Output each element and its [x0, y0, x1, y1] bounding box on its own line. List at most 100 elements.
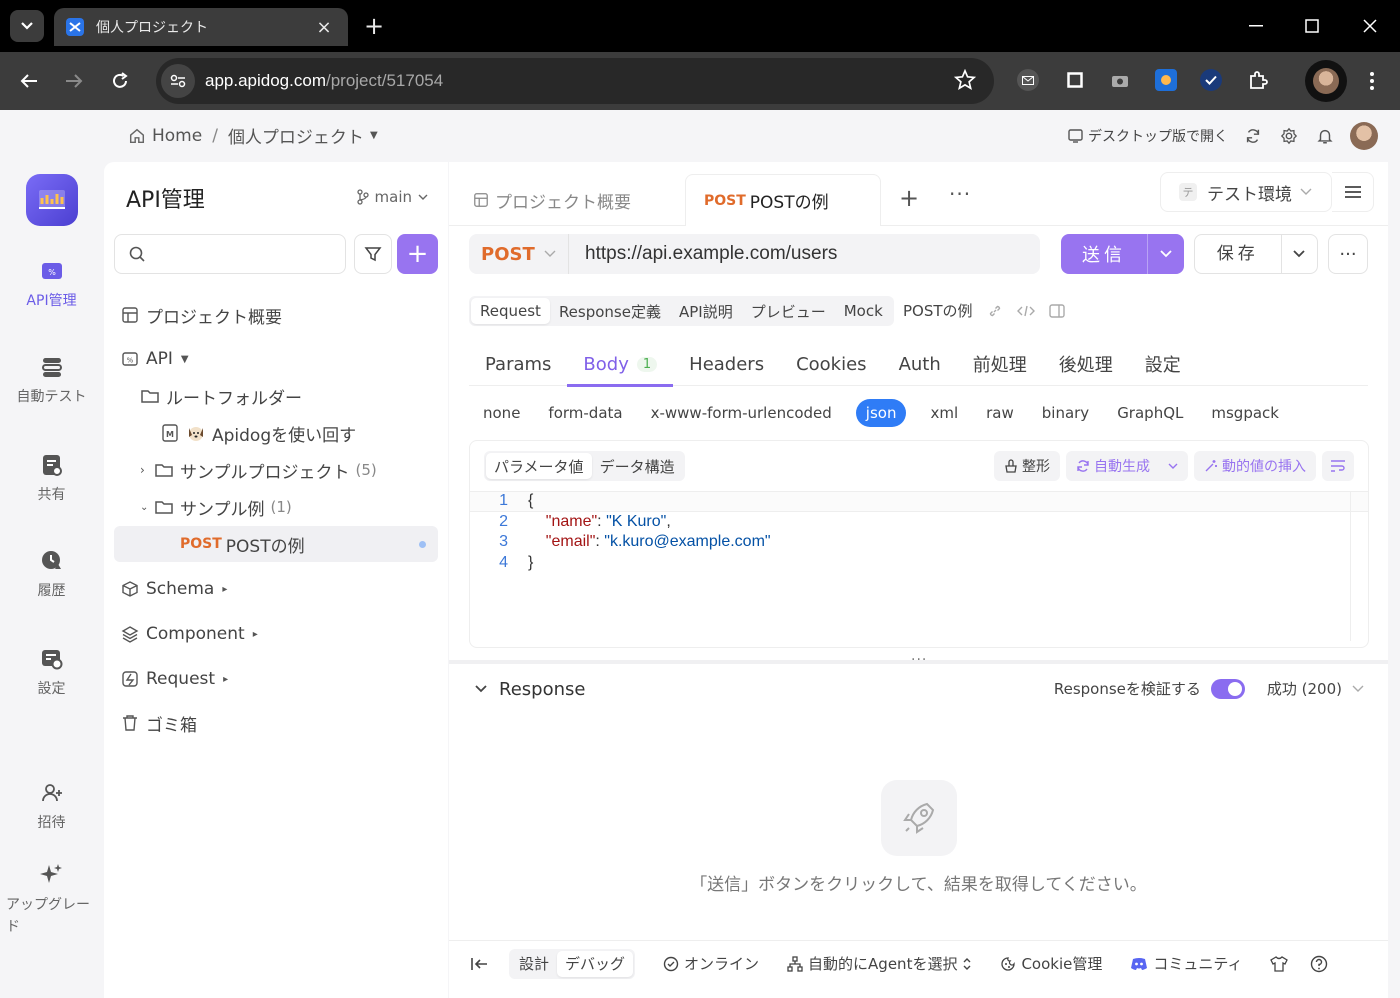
rail-item-auto-test[interactable]: 自動テスト [0, 354, 103, 406]
subtab-mock[interactable]: Mock [835, 298, 892, 324]
caret-right-icon[interactable]: ▸ [223, 674, 228, 685]
close-window-button[interactable] [1350, 10, 1390, 42]
tab-auth[interactable]: Auth [883, 342, 957, 386]
code-icon[interactable] [1016, 304, 1035, 318]
mode-data-structure[interactable]: データ構造 [592, 453, 683, 479]
tab-close-icon[interactable]: × [314, 17, 334, 38]
save-button[interactable]: 保存 [1194, 234, 1318, 274]
cookie-manager[interactable]: Cookie管理 [1000, 953, 1102, 974]
tab-more-icon[interactable]: ··· [949, 182, 971, 206]
chevron-right-icon[interactable]: › [140, 463, 154, 477]
url-input[interactable]: https://api.example.com/users [569, 243, 1040, 265]
new-tab-plus-icon[interactable]: + [899, 184, 919, 212]
auto-generate-button[interactable]: 自動生成 [1066, 451, 1188, 481]
forward-button[interactable] [58, 65, 90, 97]
bookmark-star-icon[interactable] [954, 69, 976, 91]
subtab-api-doc[interactable]: API説明 [670, 298, 742, 324]
tshirt-icon[interactable] [1270, 955, 1289, 972]
help-icon[interactable] [1310, 955, 1328, 973]
caret-right-icon[interactable]: ▸ [253, 629, 258, 640]
tree-item-component[interactable]: Component ▸ [114, 616, 438, 652]
chevron-down-icon[interactable] [1352, 685, 1364, 693]
camera-extension-icon[interactable] [1109, 69, 1131, 91]
tree-item-schema[interactable]: Schema ▸ [114, 571, 438, 607]
tab-post-example[interactable]: POST POSTの例 [685, 174, 881, 226]
body-type-raw[interactable]: raw [982, 399, 1018, 427]
tree-item-sample-example[interactable]: ⌄ サンプル例 (1) [114, 489, 438, 525]
method-select[interactable]: POST [469, 234, 569, 274]
save-dropdown-icon[interactable] [1282, 250, 1317, 258]
rail-item-upgrade[interactable]: アップグレード [0, 862, 103, 938]
mode-debug[interactable]: デバッグ [557, 950, 634, 977]
rail-item-settings[interactable]: 設定 [0, 646, 103, 698]
apidog-logo-icon[interactable] [26, 174, 78, 226]
caret-down-icon[interactable]: ▼ [370, 130, 378, 141]
response-status-select[interactable]: 成功 (200) [1267, 678, 1342, 699]
tab-pre-processing[interactable]: 前処理 [957, 342, 1043, 386]
rail-item-history[interactable]: 履歴 [0, 548, 103, 600]
more-actions-button[interactable]: ··· [1328, 234, 1368, 274]
body-type-msgpack[interactable]: msgpack [1207, 399, 1283, 427]
validate-toggle[interactable] [1210, 678, 1245, 699]
back-button[interactable] [13, 65, 45, 97]
check-extension-icon[interactable] [1200, 69, 1222, 91]
body-type-xml[interactable]: xml [926, 399, 962, 427]
body-type-binary[interactable]: binary [1038, 399, 1093, 427]
rail-item-share[interactable]: 共有 [0, 452, 103, 504]
minimize-button[interactable] [1236, 10, 1276, 42]
send-button[interactable]: 送信 [1061, 234, 1184, 274]
tree-item-sample-project[interactable]: › サンプルプロジェクト (5) [114, 452, 438, 488]
tree-item-root-folder[interactable]: ルートフォルダー [114, 378, 438, 414]
caret-right-icon[interactable]: ▸ [222, 584, 227, 595]
filter-button[interactable] [354, 234, 392, 274]
reload-button[interactable] [104, 65, 136, 97]
editor-scrollbar[interactable] [1350, 491, 1368, 641]
maximize-button[interactable] [1292, 10, 1332, 42]
format-button[interactable]: 整形 [994, 451, 1060, 481]
tab-search-button[interactable] [10, 10, 44, 42]
agent-selector[interactable]: 自動的にAgentを選択 [787, 953, 972, 974]
tab-settings[interactable]: 設定 [1129, 342, 1197, 386]
tab-headers[interactable]: Headers [673, 342, 780, 386]
branch-selector[interactable]: main [356, 188, 428, 206]
insert-dynamic-value-button[interactable]: 動的値の挿入 [1194, 451, 1316, 481]
sync-icon[interactable] [1242, 125, 1264, 147]
community-link[interactable]: コミュニティ [1130, 953, 1242, 974]
tree-item-doc[interactable]: M Apidogを使い回す [114, 415, 438, 451]
send-dropdown-icon[interactable] [1147, 234, 1184, 274]
wrap-button[interactable] [1322, 451, 1354, 481]
rail-item-api[interactable]: % API管理 [0, 258, 103, 310]
subtab-preview[interactable]: プレビュー [742, 298, 835, 324]
desktop-open-link[interactable]: デスクトップ版で開く [1068, 126, 1228, 146]
body-type-form-data[interactable]: form-data [544, 399, 626, 427]
profile-button[interactable] [1305, 60, 1347, 102]
collapse-sidebar-icon[interactable] [449, 957, 509, 971]
drag-handle-icon[interactable]: ··· [911, 652, 927, 668]
browser-tab[interactable]: 個人プロジェクト × [54, 8, 348, 46]
extensions-puzzle-icon[interactable] [1247, 69, 1269, 91]
mode-design[interactable]: 設計 [511, 951, 557, 977]
bell-icon[interactable] [1314, 125, 1336, 147]
search-input[interactable] [153, 246, 333, 262]
address-bar[interactable]: app.apidog.com/project/517054 [156, 58, 994, 104]
site-info-icon[interactable] [161, 64, 195, 98]
mode-param-values[interactable]: パラメータ値 [486, 453, 592, 479]
square-extension-icon[interactable] [1064, 69, 1086, 91]
request-name[interactable]: POSTの例 [903, 300, 973, 321]
body-type-urlencoded[interactable]: x-www-form-urlencoded [647, 399, 836, 427]
subtab-request[interactable]: Request [471, 298, 550, 324]
gear-icon[interactable] [1278, 125, 1300, 147]
user-avatar[interactable] [1350, 122, 1378, 150]
tab-cookies[interactable]: Cookies [780, 342, 882, 386]
code-editor[interactable]: 1 { 2 "name": "K Kuro", 3 "email": "k.ku… [470, 491, 1368, 641]
body-type-none[interactable]: none [479, 399, 524, 427]
browser-menu-button[interactable] [1356, 65, 1388, 97]
body-type-graphql[interactable]: GraphQL [1113, 399, 1187, 427]
sidebar-search[interactable] [114, 234, 346, 274]
mail-extension-icon[interactable] [1017, 69, 1039, 91]
tab-body[interactable]: Body 1 [567, 342, 673, 387]
tree-item-api[interactable]: % API ▼ [114, 341, 438, 377]
tree-item-request[interactable]: Request ▸ [114, 661, 438, 697]
environment-menu-button[interactable] [1332, 172, 1374, 212]
chevron-down-icon[interactable]: ⌄ [140, 502, 154, 513]
